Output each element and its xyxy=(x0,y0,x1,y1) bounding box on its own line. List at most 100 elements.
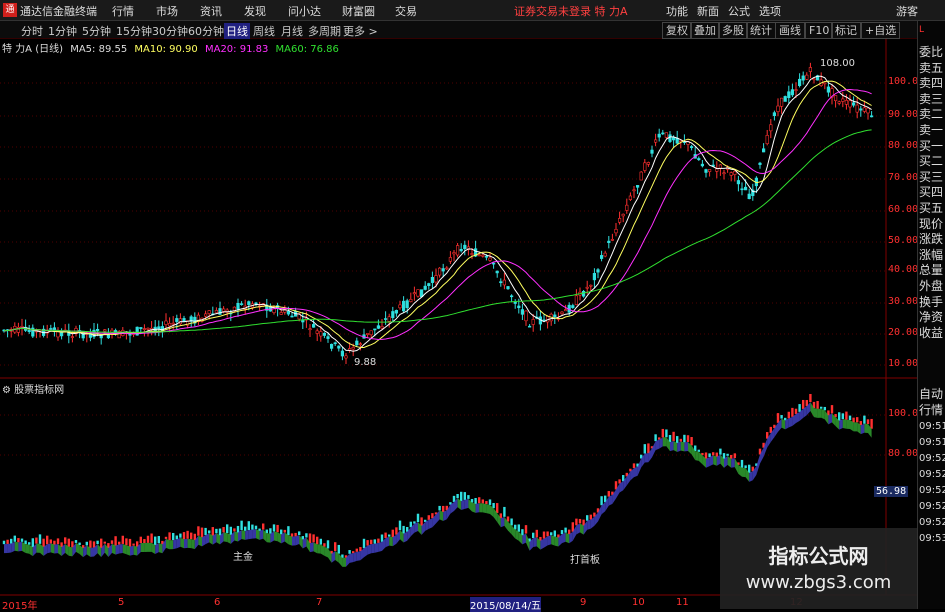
indicator-band xyxy=(479,503,483,513)
app-logo-icon: 通 xyxy=(3,3,17,17)
period-monthly[interactable]: 月线 xyxy=(281,23,303,39)
stock-title: 特 力A (日线) xyxy=(2,44,64,55)
candle-body xyxy=(740,188,744,191)
menu-function[interactable]: 功能 xyxy=(666,3,688,19)
indicator-band xyxy=(817,408,822,418)
indicator-bar xyxy=(362,538,366,549)
indicator-bar xyxy=(679,438,682,442)
candle-body xyxy=(560,311,564,315)
title-bar: 通 通达信金融终端 行情 市场 资讯 发现 问小达 财富圈 交易 证券交易未登录… xyxy=(0,0,945,21)
menu-markets[interactable]: 市场 xyxy=(156,3,178,19)
tool-draw[interactable]: 画线 xyxy=(775,22,805,39)
indicator-band xyxy=(742,467,746,478)
menu-new-page[interactable]: 新面 xyxy=(697,3,719,19)
indicator-bar xyxy=(492,502,495,509)
period-multi[interactable]: 多周期 xyxy=(308,23,341,39)
candle-body xyxy=(790,89,794,96)
indicator-band xyxy=(472,502,476,513)
period-tick[interactable]: 分时 xyxy=(21,23,43,39)
indicator-band xyxy=(256,529,260,540)
candle-body xyxy=(851,102,856,106)
candle-body xyxy=(563,309,568,312)
indicator-gear-icon[interactable]: ⚙ xyxy=(2,385,11,396)
indicator-band xyxy=(248,529,253,540)
indicator-band xyxy=(482,503,487,514)
menu-discover[interactable]: 发现 xyxy=(244,3,266,19)
candle-body xyxy=(700,163,704,167)
indicator-bar xyxy=(496,503,499,513)
side-panel-label: 现价 xyxy=(919,216,944,231)
x-tick: 5 xyxy=(118,597,125,608)
indicator-bar xyxy=(690,437,693,446)
side-panel-label: 卖一 xyxy=(919,123,944,137)
guest-label[interactable]: 游客 xyxy=(896,3,918,19)
login-notice[interactable]: 证券交易未登录 特 力A xyxy=(514,3,628,19)
indicator-band xyxy=(846,419,850,430)
indicator-bar xyxy=(182,532,186,540)
indicator-bar xyxy=(463,492,466,500)
tool-multi-stock[interactable]: 多股 xyxy=(718,22,748,39)
indicator-bar xyxy=(132,543,135,546)
candle-body xyxy=(765,135,769,145)
kline-chart[interactable] xyxy=(0,0,917,609)
menu-wealth[interactable]: 财富圈 xyxy=(342,3,375,19)
candle-body xyxy=(405,300,409,309)
tool-stats[interactable]: 统计 xyxy=(746,22,776,39)
menu-options[interactable]: 选项 xyxy=(759,3,781,19)
period-daily[interactable]: 日线 xyxy=(224,23,250,39)
tool-f10[interactable]: F10 xyxy=(805,22,834,39)
tool-adjust[interactable]: 复权 xyxy=(662,22,692,39)
indicator-band xyxy=(526,533,530,551)
menu-market[interactable]: 行情 xyxy=(112,3,134,19)
candle-body xyxy=(632,189,636,192)
indicator-bar xyxy=(35,537,38,544)
candle-body xyxy=(409,299,413,302)
indicator-bar xyxy=(96,540,99,545)
indicator-band xyxy=(130,545,134,556)
candle-body xyxy=(758,162,762,165)
candle-body xyxy=(452,252,456,255)
indicator-band xyxy=(706,457,710,468)
indicator-bar xyxy=(726,453,729,456)
indicator-bar xyxy=(240,520,243,530)
period-more[interactable]: 更多 > xyxy=(343,23,378,39)
tool-mark[interactable]: 标记 xyxy=(831,22,861,39)
period-1min[interactable]: 1分钟 xyxy=(48,23,77,39)
price-tick: 80.00 xyxy=(888,140,919,151)
period-60min[interactable]: 60分钟 xyxy=(188,23,224,39)
tool-overlay[interactable]: 叠加 xyxy=(690,22,720,39)
indicator-bar xyxy=(380,534,384,542)
menu-news[interactable]: 资讯 xyxy=(200,3,222,19)
side-panel-label: 收益 xyxy=(919,325,944,340)
indicator-band xyxy=(821,408,825,420)
side-panel-lower-label: 09:52 xyxy=(919,517,945,528)
indicator-bar xyxy=(733,453,736,459)
period-15min[interactable]: 15分钟 xyxy=(116,23,152,39)
indicator-band xyxy=(612,489,616,504)
lower-indicator-label: ⚙ 股票指标网 xyxy=(2,381,64,396)
candle-body xyxy=(639,171,643,181)
ma20-value: MA20: 91.83 xyxy=(204,44,269,55)
indicator-bar xyxy=(226,524,229,534)
period-weekly[interactable]: 周线 xyxy=(253,23,275,39)
candle-body xyxy=(621,213,625,217)
high-annotation: 108.00 xyxy=(820,58,855,69)
indicator-bar xyxy=(776,413,780,423)
indicator-bar xyxy=(740,459,744,468)
watermark-overlay: 指标公式网 www.zbgs3.com xyxy=(720,528,917,609)
indicator-band xyxy=(349,553,354,563)
candle-body xyxy=(599,255,604,259)
indicator-bar xyxy=(427,515,430,520)
candle-body xyxy=(697,158,701,161)
menu-trade[interactable]: 交易 xyxy=(395,3,417,19)
tool-add-favorite[interactable]: +自选 xyxy=(861,22,901,39)
period-5min[interactable]: 5分钟 xyxy=(82,23,111,39)
indicator-bar xyxy=(589,514,592,520)
indicator-band xyxy=(68,546,73,557)
indicator-bar xyxy=(110,540,114,544)
period-30min[interactable]: 30分钟 xyxy=(152,23,188,39)
menu-assistant[interactable]: 问小达 xyxy=(288,3,321,19)
candle-body xyxy=(401,300,406,312)
indicator-bar xyxy=(146,535,150,543)
menu-formula[interactable]: 公式 xyxy=(728,3,750,19)
